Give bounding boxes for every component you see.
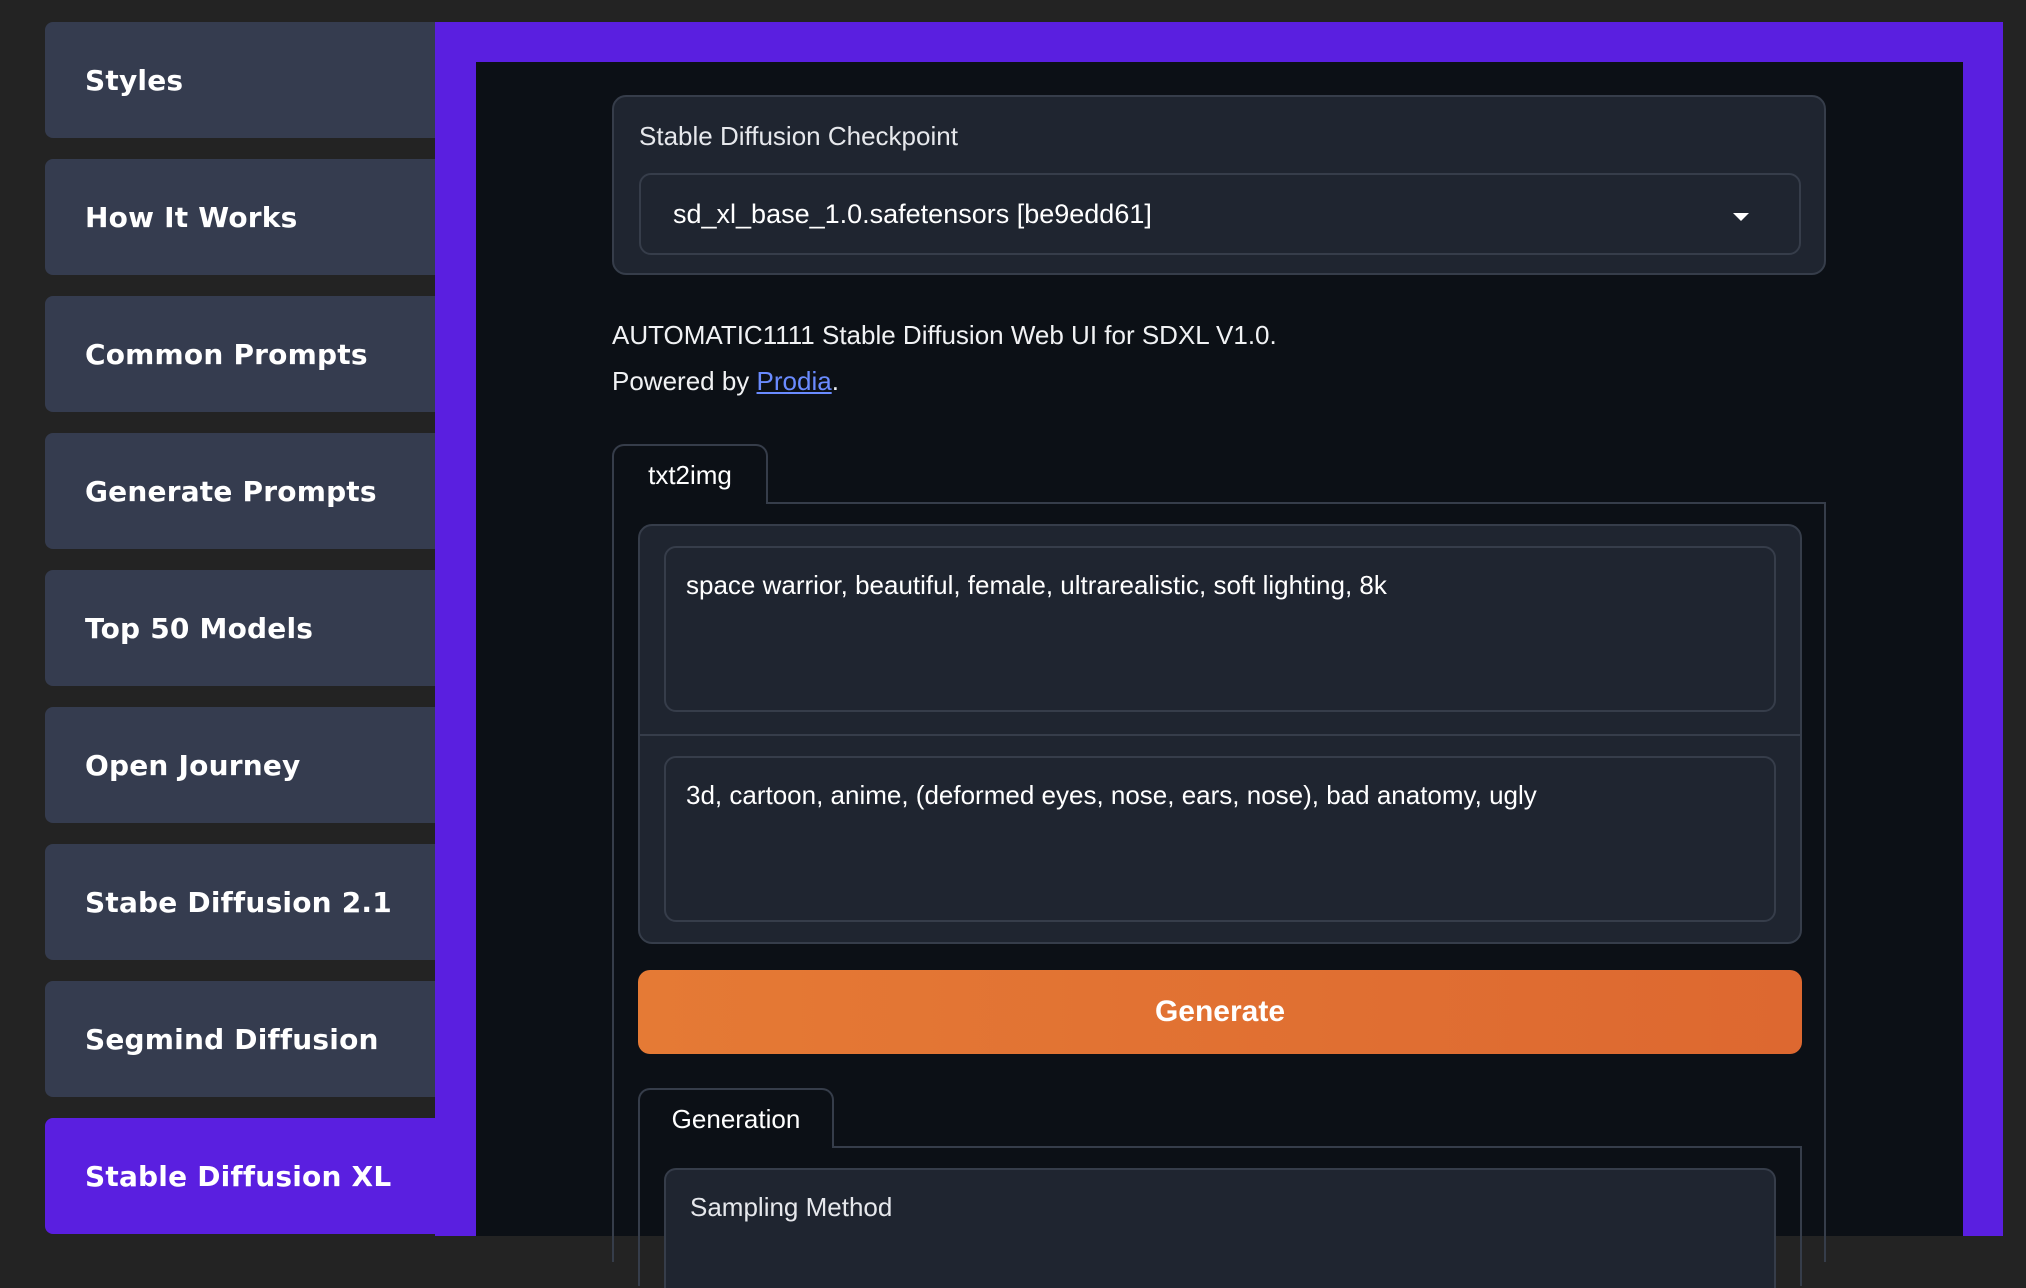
sidebar-item-label: How It Works	[85, 200, 298, 234]
generation-panel: Sampling Method	[638, 1146, 1802, 1288]
sidebar-item-styles[interactable]: Styles	[45, 22, 435, 138]
sidebar-item-label: Top 50 Models	[85, 611, 314, 645]
sidebar-item-label: Open Journey	[85, 748, 301, 782]
sidebar-item-how-it-works[interactable]: How It Works	[45, 159, 435, 275]
sidebar-item-generate-prompts[interactable]: Generate Prompts	[45, 433, 435, 549]
sidebar-item-label: Stabe Diffusion 2.1	[85, 885, 392, 919]
tab-txt2img[interactable]: txt2img	[612, 444, 768, 504]
checkpoint-section: Stable Diffusion Checkpoint sd_xl_base_1…	[612, 95, 1826, 275]
prompt-divider	[640, 734, 1800, 736]
sidebar-item-common-prompts[interactable]: Common Prompts	[45, 296, 435, 412]
sidebar-item-segmind-diffusion[interactable]: Segmind Diffusion	[45, 981, 435, 1097]
prodia-link[interactable]: Prodia	[757, 366, 832, 396]
powered-by-suffix: .	[831, 366, 839, 396]
main-panel: Stable Diffusion Checkpoint sd_xl_base_1…	[476, 62, 1963, 1288]
checkpoint-selected-value: sd_xl_base_1.0.safetensors [be9edd61]	[673, 198, 1152, 229]
positive-prompt-input[interactable]: space warrior, beautiful, female, ultrar…	[664, 546, 1776, 712]
txt2img-panel: space warrior, beautiful, female, ultrar…	[612, 502, 1826, 1288]
sidebar-item-open-journey[interactable]: Open Journey	[45, 707, 435, 823]
powered-by-line: Powered by Prodia.	[612, 358, 1277, 404]
sidebar-item-label: Generate Prompts	[85, 474, 377, 508]
sampling-method-section: Sampling Method	[664, 1168, 1776, 1288]
chevron-down-icon	[1733, 213, 1749, 221]
checkpoint-dropdown[interactable]: sd_xl_base_1.0.safetensors [be9edd61]	[639, 173, 1801, 255]
prompt-group: space warrior, beautiful, female, ultrar…	[638, 524, 1802, 944]
checkpoint-label: Stable Diffusion Checkpoint	[639, 121, 958, 151]
sampling-method-label: Sampling Method	[690, 1192, 893, 1222]
sidebar-item-stable-diffusion-2-1[interactable]: Stabe Diffusion 2.1	[45, 844, 435, 960]
description-line: AUTOMATIC1111 Stable Diffusion Web UI fo…	[612, 320, 1277, 350]
sidebar-item-label: Common Prompts	[85, 337, 368, 371]
generate-button[interactable]: Generate	[638, 970, 1802, 1054]
description: AUTOMATIC1111 Stable Diffusion Web UI fo…	[612, 312, 1277, 404]
sidebar-item-label: Stable Diffusion XL	[85, 1159, 392, 1193]
sidebar: Styles How It Works Common Prompts Gener…	[45, 22, 477, 1255]
sidebar-item-stable-diffusion-xl[interactable]: Stable Diffusion XL	[45, 1118, 477, 1234]
tab-generation[interactable]: Generation	[638, 1088, 834, 1148]
negative-prompt-input[interactable]: 3d, cartoon, anime, (deformed eyes, nose…	[664, 756, 1776, 922]
sidebar-item-label: Segmind Diffusion	[85, 1022, 379, 1056]
powered-by-prefix: Powered by	[612, 366, 757, 396]
sidebar-item-label: Styles	[85, 63, 184, 97]
sidebar-item-top-50-models[interactable]: Top 50 Models	[45, 570, 435, 686]
